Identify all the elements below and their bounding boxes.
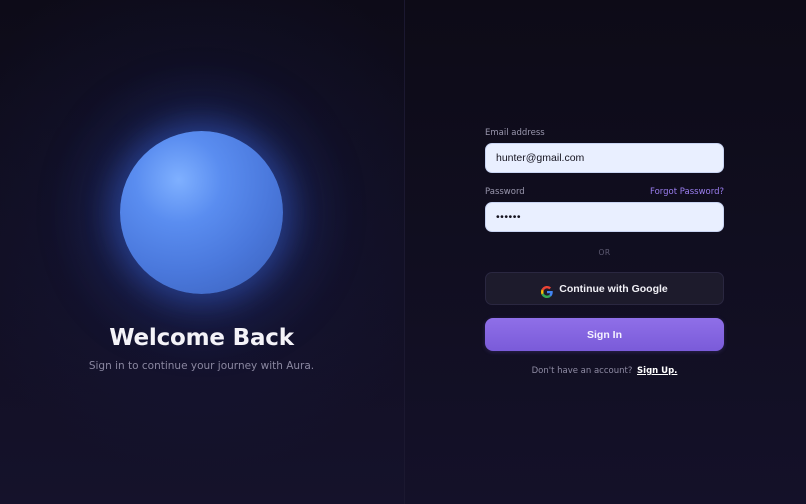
or-divider: OR xyxy=(598,248,611,257)
google-button-label: Continue with Google xyxy=(559,282,668,295)
email-field[interactable] xyxy=(496,152,723,164)
signup-prompt-text: Don't have an account? xyxy=(531,366,633,376)
google-g-icon xyxy=(541,283,553,298)
sign-in-label: Sign In xyxy=(587,328,622,341)
login-page: Welcome Back Sign in to continue your jo… xyxy=(0,0,806,504)
continue-with-google-button[interactable]: Continue with Google xyxy=(485,272,724,305)
password-field[interactable] xyxy=(496,211,723,223)
password-label: Password xyxy=(485,187,525,197)
welcome-title: Welcome Back xyxy=(109,325,294,351)
hero-panel: Welcome Back Sign in to continue your jo… xyxy=(0,0,405,504)
sign-in-button[interactable]: Sign In xyxy=(485,318,724,351)
email-field-wrapper xyxy=(485,143,724,173)
password-field-wrapper xyxy=(485,202,724,232)
forgot-password-link[interactable]: Forgot Password? xyxy=(650,187,724,197)
welcome-subtitle: Sign in to continue your journey with Au… xyxy=(88,360,315,372)
login-form-panel: Email address Password Forgot Password? … xyxy=(405,0,806,504)
email-label: Email address xyxy=(485,128,545,138)
aura-orb-graphic xyxy=(120,131,283,294)
signup-prompt-row: Don't have an account? Sign Up. xyxy=(485,366,724,376)
sign-up-link[interactable]: Sign Up. xyxy=(637,366,677,376)
